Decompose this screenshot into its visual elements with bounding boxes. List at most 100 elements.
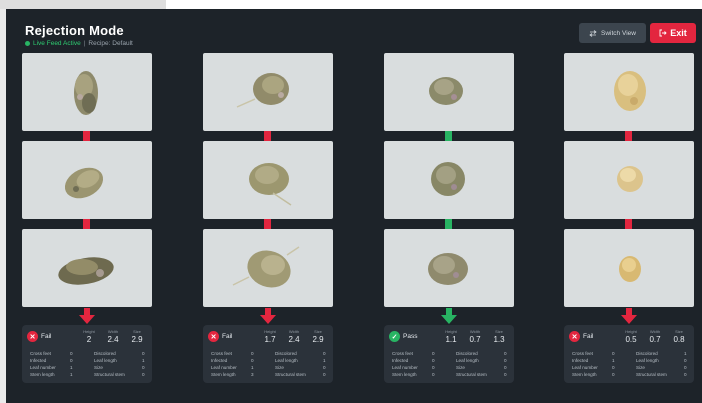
sample-photo bbox=[384, 141, 514, 219]
sample-photo bbox=[22, 141, 152, 219]
sample-image bbox=[64, 167, 104, 199]
detail-label: Cross feet bbox=[30, 351, 51, 356]
detail-label: Leaf number bbox=[211, 365, 237, 370]
sample-photo bbox=[384, 229, 514, 307]
metric-value: 2.4 bbox=[288, 335, 300, 344]
sample-image bbox=[236, 73, 289, 108]
detail-value: 0 bbox=[612, 372, 615, 377]
conveyor-link bbox=[264, 131, 271, 141]
metric-value: 0.5 bbox=[625, 335, 637, 344]
detail-value: 0 bbox=[504, 358, 507, 363]
detail-value: 0 bbox=[684, 372, 687, 377]
metric-width: Width 2.4 bbox=[102, 329, 124, 344]
metric-width: Width 0.7 bbox=[464, 329, 486, 344]
metric-label: Size bbox=[495, 329, 503, 334]
detail-label: Cross feet bbox=[211, 351, 232, 356]
detail-label: Infected bbox=[30, 358, 47, 363]
detail-label: Discolored bbox=[94, 351, 116, 356]
detail-label: Leaf length bbox=[275, 358, 298, 363]
window-top-bar-tab bbox=[0, 0, 166, 9]
reject-arrow-icon bbox=[260, 308, 276, 324]
sample-photo bbox=[564, 53, 694, 131]
metric-label: Width bbox=[469, 329, 481, 334]
detail-value: 0 bbox=[684, 365, 687, 370]
metric-value: 1.7 bbox=[264, 335, 276, 344]
detail-row: Cross feet 0 Discolored 0 bbox=[203, 351, 333, 358]
reject-arrow-icon bbox=[621, 308, 637, 324]
switch-view-button[interactable]: Switch View bbox=[579, 23, 646, 43]
live-indicator-icon bbox=[25, 41, 30, 46]
metric-label: Size bbox=[314, 329, 322, 334]
detail-label: Size bbox=[636, 365, 645, 370]
detail-label: Size bbox=[275, 365, 284, 370]
detail-row: Infected 1 Leaf length 0 bbox=[564, 358, 694, 365]
sample-photo bbox=[22, 229, 152, 307]
metric-value: 1.1 bbox=[445, 335, 457, 344]
metric-size: Size 2.9 bbox=[307, 329, 329, 344]
lane-1: ✕ Fail Height 2 Width 2.4 Size 2.9 Cross… bbox=[22, 53, 152, 393]
sample-photo bbox=[203, 229, 333, 307]
status-separator: | bbox=[83, 40, 86, 47]
detail-label: Structural stem bbox=[456, 372, 487, 377]
detail-value: 1 bbox=[251, 365, 254, 370]
lane-3: ✓ Pass Height 1.1 Width 0.7 Size 1.3 Cro… bbox=[384, 53, 514, 393]
detail-value: 0 bbox=[251, 358, 254, 363]
detail-label: Discolored bbox=[456, 351, 478, 356]
metric-label: Height bbox=[83, 329, 95, 334]
detail-row: Cross feet 0 Discolored 0 bbox=[384, 351, 514, 358]
sample-image bbox=[428, 253, 468, 285]
sample-image bbox=[431, 162, 465, 196]
detail-label: Discolored bbox=[275, 351, 297, 356]
metric-value: 2.9 bbox=[312, 335, 324, 344]
detail-row: Stem length 0 Structural stem 0 bbox=[564, 372, 694, 379]
detail-row: Stem length 3 Structural stem 0 bbox=[203, 372, 333, 379]
conveyor-link bbox=[264, 219, 271, 229]
metric-label: Height bbox=[264, 329, 276, 334]
detail-value: 0 bbox=[432, 365, 435, 370]
metric-size: Size 1.3 bbox=[488, 329, 510, 344]
sample-image bbox=[58, 257, 114, 285]
detail-label: Structural stem bbox=[275, 372, 306, 377]
exit-button[interactable]: Exit bbox=[650, 23, 696, 43]
status-label: Fail bbox=[222, 333, 233, 340]
detail-row: Infected 0 Leaf length 1 bbox=[203, 358, 333, 365]
page-title: Rejection Mode bbox=[25, 23, 124, 38]
conveyor-link bbox=[625, 131, 632, 141]
detail-value: 0 bbox=[432, 351, 435, 356]
exit-arrow-icon bbox=[659, 29, 667, 37]
detail-label: Leaf length bbox=[94, 358, 117, 363]
metric-label: Width bbox=[107, 329, 119, 334]
detail-row: Cross feet 0 Discolored 1 bbox=[564, 351, 694, 358]
conveyor-link bbox=[83, 131, 90, 141]
detail-label: Infected bbox=[211, 358, 228, 363]
detail-value: 0 bbox=[323, 372, 326, 377]
sample-photo bbox=[564, 141, 694, 219]
metric-height: Height 0.5 bbox=[620, 329, 642, 344]
conveyor-link bbox=[445, 131, 452, 141]
detail-value: 0 bbox=[504, 351, 507, 356]
detail-label: Structural stem bbox=[636, 372, 667, 377]
detail-row: Cross feet 0 Discolored 0 bbox=[22, 351, 152, 358]
detail-value: 1 bbox=[612, 358, 615, 363]
sample-image bbox=[249, 163, 292, 206]
feed-status: Live Feed Active | Recipe: Default bbox=[25, 40, 133, 47]
detail-row: Leaf number 0 Size 0 bbox=[564, 365, 694, 372]
sample-image bbox=[614, 71, 646, 111]
detail-label: Leaf number bbox=[30, 365, 56, 370]
detail-value: 0 bbox=[70, 358, 73, 363]
metric-size: Size 0.8 bbox=[668, 329, 690, 344]
detail-value: 1 bbox=[684, 351, 687, 356]
detail-label: Discolored bbox=[636, 351, 658, 356]
metric-label: Height bbox=[625, 329, 637, 334]
detail-label: Leaf number bbox=[392, 365, 418, 370]
detail-row: Stem length 1 Structural stem 0 bbox=[22, 372, 152, 379]
sample-photo bbox=[203, 141, 333, 219]
detail-label: Infected bbox=[392, 358, 409, 363]
status-label: Fail bbox=[41, 333, 52, 340]
inspection-result-card: ✕ Fail Height 2 Width 2.4 Size 2.9 Cross… bbox=[22, 325, 152, 383]
sample-image bbox=[74, 71, 98, 115]
metric-value: 0.8 bbox=[673, 335, 685, 344]
metric-label: Size bbox=[133, 329, 141, 334]
metric-value: 0.7 bbox=[649, 335, 661, 344]
sample-photo bbox=[203, 53, 333, 131]
